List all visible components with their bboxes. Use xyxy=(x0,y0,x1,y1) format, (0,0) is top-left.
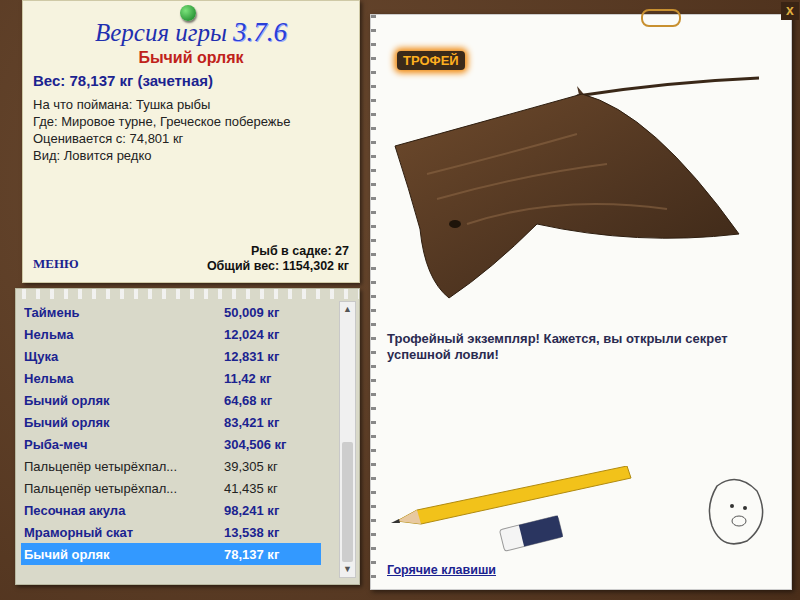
catch-row[interactable]: Щука12,831 кг xyxy=(21,345,321,367)
catch-row[interactable]: Бычий орляк83,421 кг xyxy=(21,411,321,433)
catch-name: Песочная акула xyxy=(24,503,224,518)
catch-name: Нельма xyxy=(24,371,224,386)
catch-name: Пальцепёр четырёхпал... xyxy=(24,459,224,474)
trophy-message: Трофейный экземпляр! Кажется, вы открыли… xyxy=(387,331,747,363)
detail-line: Оценивается с: 74,801 кг xyxy=(33,130,349,147)
info-page: Версия игры3.7.6Бычий орлякВес: 78,137 к… xyxy=(22,0,360,283)
scroll-up-button[interactable]: ▲ xyxy=(340,302,355,317)
ray-icon xyxy=(387,74,767,309)
version-label: Версия игры xyxy=(95,19,227,46)
catch-weight: 50,009 кг xyxy=(224,305,321,320)
fish-name: Бычий орляк xyxy=(33,48,349,68)
catch-weight: 83,421 кг xyxy=(224,415,321,430)
catch-row[interactable]: Рыба-меч304,506 кг xyxy=(21,433,321,455)
catch-list-wrap: Таймень50,009 кгНельма12,024 кгЩука12,83… xyxy=(16,299,359,584)
catch-name: Нельма xyxy=(24,327,224,342)
catch-row[interactable]: Нельма11,42 кг xyxy=(21,367,321,389)
pin-icon xyxy=(180,5,196,21)
detail-line: Вид: Ловится редко xyxy=(33,147,349,164)
info-footer: МЕНЮ Рыб в садке: 27Общий вес: 1154,302 к… xyxy=(33,244,349,274)
catch-row[interactable]: Пальцепёр четырёхпал...39,305 кг xyxy=(21,455,321,477)
catch-weight: 41,435 кг xyxy=(224,481,321,496)
fish-weight: Вес: 78,137 кг (зачетная) xyxy=(33,70,349,92)
catch-weight: 98,241 кг xyxy=(224,503,321,518)
paperclip-icon xyxy=(641,9,681,27)
catch-weight: 39,305 кг xyxy=(224,459,321,474)
scroll-thumb[interactable] xyxy=(342,442,353,562)
catch-name: Бычий орляк xyxy=(24,547,224,562)
catch-name: Таймень xyxy=(24,305,224,320)
fish-count: Рыб в садке: 27 xyxy=(251,244,349,259)
catch-name: Мраморный скат xyxy=(24,525,224,540)
catch-row[interactable]: Нельма12,024 кг xyxy=(21,323,321,345)
catch-weight: 78,137 кг xyxy=(224,547,321,562)
total-weight: Общий вес: 1154,302 кг xyxy=(207,259,349,274)
detail-line: На что поймана: Тушка рыбы xyxy=(33,96,349,113)
menu-button[interactable]: МЕНЮ xyxy=(33,256,79,274)
catch-row[interactable]: Таймень50,009 кг xyxy=(21,301,321,323)
catch-weight: 11,42 кг xyxy=(224,371,321,386)
left-column: Версия игры3.7.6Бычий орлякВес: 78,137 к… xyxy=(15,0,360,590)
catch-weight: 64,68 кг xyxy=(224,393,321,408)
catch-row[interactable]: Бычий орляк78,137 кг xyxy=(21,543,321,565)
catch-name: Бычий орляк xyxy=(24,415,224,430)
version-number: 3.7.6 xyxy=(233,17,287,47)
catch-weight: 12,024 кг xyxy=(224,327,321,342)
catch-weight: 12,831 кг xyxy=(224,349,321,364)
catch-row[interactable]: Мраморный скат13,538 кг xyxy=(21,521,321,543)
catch-weight: 304,506 кг xyxy=(224,437,321,452)
trophy-badge: ТРОФЕЙ xyxy=(397,51,465,70)
app-window: Версия игры3.7.6Бычий орлякВес: 78,137 к… xyxy=(0,0,800,600)
catch-name: Рыба-меч xyxy=(24,437,224,452)
binder-rings xyxy=(16,289,359,299)
catch-name: Пальцепёр четырёхпал... xyxy=(24,481,224,496)
catch-row[interactable]: Бычий орляк64,68 кг xyxy=(21,389,321,411)
fish-details: На что поймана: Тушка рыбыГде: Мировое т… xyxy=(33,96,349,164)
catch-name: Бычий орляк xyxy=(24,393,224,408)
catch-row[interactable]: Песочная акула98,241 кг xyxy=(21,499,321,521)
pencil-eraser-icon xyxy=(387,466,777,561)
catch-list: Таймень50,009 кгНельма12,024 кгЩука12,83… xyxy=(21,301,339,578)
hotkeys-link[interactable]: Горячие клавиши xyxy=(387,561,777,579)
catch-weight: 13,538 кг xyxy=(224,525,321,540)
catch-name: Щука xyxy=(24,349,224,364)
catch-list-panel: Таймень50,009 кгНельма12,024 кгЩука12,83… xyxy=(15,288,360,585)
close-button[interactable]: x xyxy=(781,2,799,20)
trophy-page: xТРОФЕЙТрофейный экземпляр! Кажется, вы … xyxy=(370,14,792,590)
desk-decor xyxy=(387,466,777,561)
version-title: Версия игры3.7.6 xyxy=(33,17,349,48)
detail-line: Где: Мировое турне, Греческое побережье xyxy=(33,113,349,130)
totals: Рыб в садке: 27Общий вес: 1154,302 кг xyxy=(207,244,349,274)
fish-photo xyxy=(387,74,777,309)
scrollbar[interactable]: ▲▼ xyxy=(339,301,356,578)
catch-row[interactable]: Пальцепёр четырёхпал...41,435 кг xyxy=(21,477,321,499)
scroll-down-button[interactable]: ▼ xyxy=(340,562,355,577)
